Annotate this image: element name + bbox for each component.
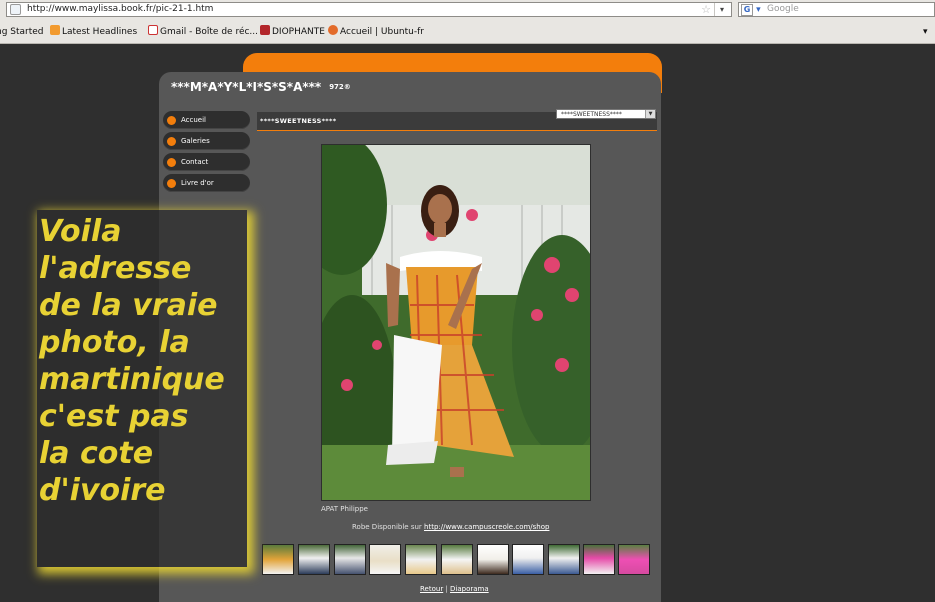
back-link[interactable]: Retour [420,585,443,593]
thumbnail[interactable] [298,544,330,575]
bookmark-label: Gmail - Boîte de réc... [160,27,259,37]
thumbnail[interactable] [548,544,580,575]
thumbnail[interactable] [583,544,615,575]
bullet-icon [167,137,176,146]
thumbnail[interactable] [334,544,366,575]
site-title-text: ***M*A*Y*L*I*S*S*A*** [171,80,322,94]
photo-illustration [322,145,590,500]
link-separator: | [445,585,448,593]
bookmark-gmail[interactable]: Gmail - Boîte de réc... [148,25,258,39]
availability-text: Robe Disponible sur http://www.campuscre… [352,522,549,532]
nav-galeries[interactable]: Galeries [163,132,250,150]
nav-accueil[interactable]: Accueil [163,111,250,129]
bookmark-label: DIOPHANTE [272,27,325,37]
thumbnail[interactable] [262,544,294,575]
thumbnail[interactable] [369,544,401,575]
bullet-icon [167,158,176,167]
nav-livre-dor[interactable]: Livre d'or [163,174,250,192]
url-text[interactable]: http://www.maylissa.book.fr/pic-21-1.htm [27,3,213,16]
thumbnail[interactable] [618,544,650,575]
bookmark-ubuntu-fr[interactable]: Accueil | Ubuntu-fr [328,25,424,39]
url-history-dropdown[interactable]: ▾ [714,3,729,16]
thumbnail[interactable] [441,544,473,575]
gmail-icon [148,25,158,35]
nav-label: Contact [181,158,209,166]
main-photo[interactable] [321,144,591,501]
bullet-icon [167,179,176,188]
thumbnail[interactable] [405,544,437,575]
bookmark-label: Accueil | Ubuntu-fr [340,27,424,37]
bookmarks-overflow-chevron[interactable]: ▾ [923,25,928,39]
site-subtitle: 972® [329,83,351,91]
nav-label: Accueil [181,116,206,124]
thumbnail[interactable] [512,544,544,575]
site-title: ***M*A*Y*L*I*S*S*A*** 972® [171,80,351,94]
browser-chrome: http://www.maylissa.book.fr/pic-21-1.htm… [0,0,935,44]
gallery-select[interactable]: ****SWEETNESS**** ▼ [556,109,656,119]
bookmark-star-icon[interactable]: ☆ [701,3,711,16]
gallery-select-value: ****SWEETNESS**** [561,111,622,118]
google-icon: G [741,4,753,16]
chevron-down-icon: ▼ [645,110,655,118]
ubuntu-icon [328,25,338,35]
bookmark-latest-headlines[interactable]: Latest Headlines [50,25,137,39]
bullet-icon [167,116,176,125]
bookmarks-toolbar: ng Started Latest Headlines Gmail - Boît… [0,22,935,42]
rss-icon [50,25,60,35]
search-input[interactable]: Google [767,3,799,16]
bookmark-label: Latest Headlines [62,27,138,37]
photo-caption: APAT Philippe [321,505,368,513]
bookmark-diophante[interactable]: DIOPHANTE [260,25,325,39]
thumbnail[interactable] [477,544,509,575]
nav-label: Livre d'or [181,179,214,187]
nav-label: Galeries [181,137,210,145]
site-favicon-icon [10,4,21,15]
annotation-text: Voila l'adresse de la vraie photo, la ma… [39,214,225,508]
nav-contact[interactable]: Contact [163,153,250,171]
bookmark-label: ng Started [0,27,44,37]
slideshow-link[interactable]: Diaporama [450,585,489,593]
shop-link[interactable]: http://www.campuscreole.com/shop [424,523,549,531]
address-bar[interactable]: http://www.maylissa.book.fr/pic-21-1.htm… [6,2,732,17]
search-bar[interactable]: G ▾ Google [738,2,935,17]
availability-prefix: Robe Disponible sur [352,523,425,531]
gallery-links: Retour | Diaporama [420,584,489,594]
bookmark-getting-started[interactable]: ng Started [0,25,44,39]
search-engine-selector[interactable]: G ▾ [741,4,763,16]
diophante-icon [260,25,270,35]
gallery-title: ****SWEETNESS**** [260,117,337,125]
